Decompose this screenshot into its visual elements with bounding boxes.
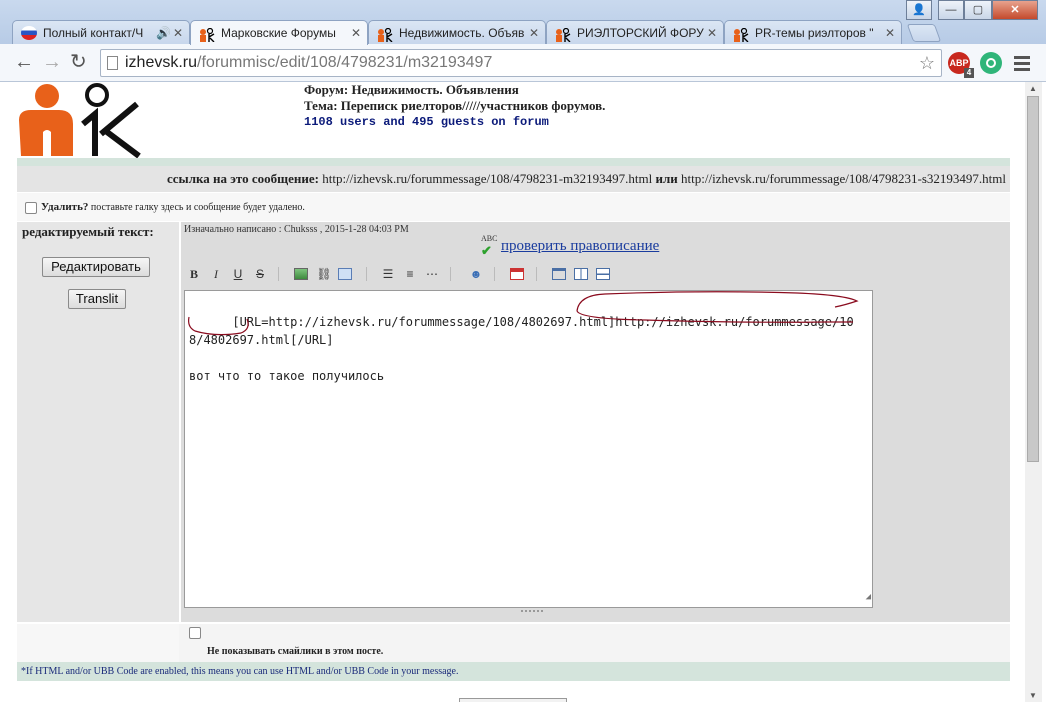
tab-label: РИЭЛТОРСКИЙ ФОРУ xyxy=(577,26,704,40)
izhevsk-logo[interactable] xyxy=(17,82,142,159)
url-host: izhevsk.ru xyxy=(125,54,198,71)
tab-label: PR-темы риэлторов " xyxy=(755,26,874,40)
italic-icon[interactable]: I xyxy=(208,266,224,282)
textarea-grip[interactable] xyxy=(521,610,543,613)
bullet-list-icon[interactable]: ☰ xyxy=(380,266,396,282)
minimize-button[interactable]: — xyxy=(938,0,964,20)
close-tab-icon[interactable]: ✕ xyxy=(529,21,539,44)
izhevsk-logo-icon xyxy=(377,26,393,43)
calendar-icon[interactable] xyxy=(510,268,524,280)
message-link-label: ссылка на это сообщение: xyxy=(167,171,319,186)
adblock-badge: 4 xyxy=(964,68,974,78)
adblock-plus-icon[interactable]: ABP 4 xyxy=(948,52,974,78)
delete-hint: поставьте галку здесь и сообщение будет … xyxy=(90,202,305,213)
translit-button[interactable]: Translit xyxy=(68,289,126,309)
edited-text-label: редактируемый текст: xyxy=(22,224,154,239)
horizontal-rule-icon[interactable]: ⋯ xyxy=(424,266,440,282)
disable-smilies-checkbox[interactable] xyxy=(189,627,201,639)
tab-label: Марковские Форумы xyxy=(221,26,336,40)
browser-toolbar: ← → ↻ izhevsk.ru/forummisc/edit/108/4798… xyxy=(0,44,1046,82)
forum-label: Форум: xyxy=(304,82,349,97)
browser-titlebar: Полный контакт/Ч 🔊 ✕ Марковские Форумы ✕… xyxy=(0,0,1046,45)
scroll-thumb[interactable] xyxy=(1027,96,1039,462)
columns-icon[interactable] xyxy=(574,268,588,280)
forum-info: Форум: Недвижимость. Объявления Тема: Пе… xyxy=(304,82,605,130)
close-tab-icon[interactable]: ✕ xyxy=(173,21,183,44)
bold-icon[interactable]: B xyxy=(186,266,202,282)
smilies-row: Не показывать смайлики в этом посте. xyxy=(17,624,1010,662)
delete-label: Удалить? xyxy=(41,201,89,213)
maximize-button[interactable]: ▢ xyxy=(964,0,992,20)
disable-smilies-label: Не показывать смайлики в этом посте. xyxy=(207,646,384,657)
table-icon[interactable] xyxy=(552,268,566,280)
strikethrough-icon[interactable]: S xyxy=(252,266,268,282)
new-tab-button[interactable] xyxy=(906,24,942,42)
spellcheck-label: проверить правописание xyxy=(501,238,660,254)
page-icon xyxy=(107,56,118,70)
originally-written: Изначально написано : Chuksss , 2015-1-2… xyxy=(184,224,409,235)
tab-nedvizhimost[interactable]: Недвижимость. Объяв ✕ xyxy=(368,20,546,44)
edit-button[interactable]: Редактировать xyxy=(42,257,150,277)
green-extension-icon[interactable] xyxy=(980,52,1002,74)
tab-pr-temy[interactable]: PR-темы риэлторов " ✕ xyxy=(724,20,902,44)
speaker-icon: 🔊 xyxy=(156,26,171,40)
email-icon[interactable] xyxy=(338,268,352,280)
url-path: /forummisc/edit/108/4798231/m32193497 xyxy=(197,54,493,71)
forum-name[interactable]: Недвижимость. Объявления xyxy=(352,82,519,97)
izhevsk-logo-icon xyxy=(733,26,749,43)
topic-name[interactable]: Переписк риелторов/////участников форумо… xyxy=(341,98,606,113)
online-count: 1108 users and 495 guests on forum xyxy=(304,115,549,129)
forward-arrow-icon[interactable]: → xyxy=(42,52,62,72)
close-tab-icon[interactable]: ✕ xyxy=(885,21,895,44)
message-link-url-1: http://izhevsk.ru/forummessage/108/47982… xyxy=(322,171,653,186)
abc-label: ABC xyxy=(481,234,498,243)
delete-checkbox[interactable] xyxy=(25,201,37,214)
smiley-icon[interactable]: ☻ xyxy=(468,266,484,282)
user-profile-icon[interactable]: 👤 xyxy=(906,0,932,20)
delete-row: Удалить? поставьте галку здесь и сообщен… xyxy=(17,193,1010,221)
edit-left-panel: редактируемый текст: Редактировать Trans… xyxy=(17,222,179,622)
submit-area-edge xyxy=(459,698,567,702)
tab-label: Недвижимость. Объяв xyxy=(399,26,525,40)
close-tab-icon[interactable]: ✕ xyxy=(351,21,361,45)
close-window-button[interactable]: ✕ xyxy=(992,0,1038,20)
ubb-footnote: *If HTML and/or UBB Code are enabled, th… xyxy=(17,662,1010,681)
message-content: [URL=http://izhevsk.ru/forummessage/108/… xyxy=(189,315,854,383)
address-bar[interactable]: izhevsk.ru/forummisc/edit/108/4798231/m3… xyxy=(100,49,942,77)
russia-flag-icon xyxy=(21,26,37,40)
close-tab-icon[interactable]: ✕ xyxy=(707,21,717,44)
izhevsk-logo-icon xyxy=(199,26,215,43)
page-viewport: Форум: Недвижимость. Объявления Тема: Пе… xyxy=(0,82,1046,702)
message-link-bar: ссылка на это сообщение: http://izhevsk.… xyxy=(17,166,1010,192)
adblock-label: ABP xyxy=(949,58,969,68)
page-scrollbar[interactable]: ▲ ▼ xyxy=(1025,82,1042,702)
tab-polny-kontakt[interactable]: Полный контакт/Ч 🔊 ✕ xyxy=(12,20,190,44)
scroll-down-icon[interactable]: ▼ xyxy=(1029,691,1037,700)
scroll-up-icon[interactable]: ▲ xyxy=(1029,84,1037,93)
spellcheck-icon: ABC ✔ xyxy=(481,234,498,258)
message-link-or: или xyxy=(655,171,678,186)
message-textarea[interactable]: [URL=http://izhevsk.ru/forummessage/108/… xyxy=(184,290,873,608)
image-icon[interactable] xyxy=(294,268,308,280)
tab-rieltorsky-forum[interactable]: РИЭЛТОРСКИЙ ФОРУ ✕ xyxy=(546,20,724,44)
link-icon[interactable]: ⛓ xyxy=(316,266,332,282)
message-link-url-2: http://izhevsk.ru/forummessage/108/47982… xyxy=(681,171,1006,186)
reload-icon[interactable]: ↻ xyxy=(70,52,87,72)
edit-right-panel: Изначально написано : Chuksss , 2015-1-2… xyxy=(181,222,1010,622)
bookmark-star-icon[interactable]: ☆ xyxy=(919,50,935,76)
smilies-left-cell xyxy=(17,624,179,662)
tab-markovskie-forumy[interactable]: Марковские Форумы ✕ xyxy=(190,20,368,45)
resize-handle-icon[interactable]: ◢ xyxy=(866,588,871,606)
spellcheck-link[interactable]: ABC ✔ проверить правописание xyxy=(481,234,660,258)
topic-label: Тема: xyxy=(304,98,338,113)
numbered-list-icon[interactable]: ≡ xyxy=(402,266,418,282)
divider-band xyxy=(17,158,1010,166)
izhevsk-logo-icon xyxy=(555,26,571,43)
rows-icon[interactable] xyxy=(596,268,610,280)
chrome-menu-icon[interactable] xyxy=(1014,56,1030,74)
underline-icon[interactable]: U xyxy=(230,266,246,282)
back-arrow-icon[interactable]: ← xyxy=(14,52,34,72)
